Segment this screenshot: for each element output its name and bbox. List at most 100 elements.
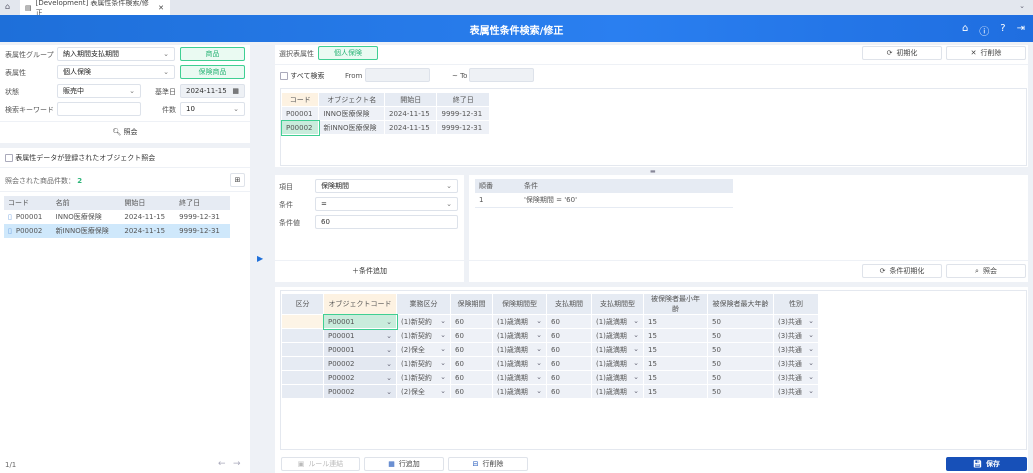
grid-cell[interactable]: 60 bbox=[450, 314, 493, 329]
grid-cell[interactable]: (1)歳満期 ⌄ bbox=[492, 370, 547, 385]
grid-cell[interactable]: 60 bbox=[546, 342, 592, 357]
from-input[interactable] bbox=[365, 68, 430, 82]
close-icon[interactable]: ✕ bbox=[158, 4, 164, 12]
grid-cell[interactable]: 50 bbox=[707, 356, 774, 371]
add-condition-button[interactable]: ＋条件追加 bbox=[275, 266, 464, 276]
group-select[interactable]: 納入期間支払期間 ⌄ bbox=[57, 47, 175, 61]
rule-link-button[interactable]: ▣ ルール連結 bbox=[281, 457, 360, 471]
chevron-down-icon[interactable]: ⌄ bbox=[386, 318, 392, 326]
help-icon[interactable]: ? bbox=[1000, 23, 1005, 38]
grid-row[interactable]: P00002 ⌄ (2)保全 ⌄ 60 (1)歳満期 ⌄ 60 (1)歳満期 ⌄ 15 50 (3)共通… bbox=[281, 384, 819, 399]
expand-arrow-icon[interactable]: ▶ bbox=[257, 254, 263, 263]
grid-cell[interactable]: (3)共通 ⌄ bbox=[773, 370, 819, 385]
chevron-down-icon[interactable]: ⌄ bbox=[633, 331, 639, 341]
grid-cell[interactable]: (1)歳満期 ⌄ bbox=[492, 384, 547, 399]
table-row[interactable]: ▯ P00001 INNO医療保険 2024-11-15 9999-12-31 bbox=[4, 210, 230, 224]
grid-cell[interactable]: (2)保全 ⌄ bbox=[396, 342, 451, 357]
grid-cell[interactable]: 15 bbox=[643, 328, 708, 343]
chevron-down-icon[interactable]: ⌄ bbox=[536, 359, 542, 369]
keyword-input[interactable] bbox=[57, 102, 141, 116]
grid-cell[interactable]: 50 bbox=[707, 328, 774, 343]
grid-cell[interactable]: 60 bbox=[546, 328, 592, 343]
chevron-down-icon[interactable]: ⌄ bbox=[536, 387, 542, 397]
grid-cell[interactable] bbox=[281, 342, 324, 357]
chevron-down-icon[interactable]: ⌄ bbox=[536, 331, 542, 341]
product-button[interactable]: 商品 bbox=[180, 47, 245, 61]
grid-cell[interactable]: (1)歳満期 ⌄ bbox=[492, 342, 547, 357]
grid-cell[interactable]: 60 bbox=[450, 356, 493, 371]
splitter-handle[interactable]: ▬ bbox=[650, 168, 656, 175]
grid-cell[interactable]: P00001 ⌄ bbox=[322, 313, 398, 330]
export-icon[interactable]: ⊞ bbox=[230, 173, 245, 187]
chevron-down-icon[interactable]: ⌄ bbox=[808, 373, 814, 383]
grid-cell[interactable]: 50 bbox=[707, 314, 774, 329]
grid-cell[interactable]: (1)歳満期 ⌄ bbox=[591, 370, 644, 385]
chevron-down-icon[interactable]: ⌄ bbox=[440, 345, 446, 355]
grid-cell[interactable] bbox=[281, 328, 324, 343]
condition-row[interactable]: 1 '保険期間 = '60' bbox=[475, 193, 733, 207]
table-row[interactable]: P00001 INNO医療保険 2024-11-15 9999-12-31 bbox=[280, 106, 490, 121]
grid-cell[interactable] bbox=[281, 384, 324, 399]
chevron-down-icon[interactable]: ⌄ bbox=[808, 317, 814, 327]
grid-cell[interactable]: 15 bbox=[643, 384, 708, 399]
grid-cell[interactable]: P00001 ⌄ bbox=[323, 328, 397, 343]
grid-cell[interactable]: 60 bbox=[546, 314, 592, 329]
logout-icon[interactable]: ⇥ bbox=[1017, 23, 1025, 38]
chevron-down-icon[interactable]: ⌄ bbox=[386, 346, 392, 354]
grid-cell[interactable]: 60 bbox=[450, 384, 493, 399]
grid-cell[interactable]: 15 bbox=[643, 314, 708, 329]
table-row[interactable]: P00002 新INNO医療保険 2024-11-15 9999-12-31 bbox=[280, 119, 490, 136]
info-icon[interactable]: ⓘ bbox=[979, 23, 989, 38]
chevron-down-icon[interactable]: ⌄ bbox=[536, 373, 542, 383]
chevron-down-icon[interactable]: ⌄ bbox=[386, 360, 392, 368]
grid-cell[interactable]: (2)保全 ⌄ bbox=[396, 384, 451, 399]
grid-cell[interactable]: 60 bbox=[450, 370, 493, 385]
delete-row-button[interactable]: ✕ 行削除 bbox=[946, 46, 1026, 60]
op-select[interactable]: = ⌄ bbox=[315, 197, 458, 211]
grid-cell[interactable]: P00002 ⌄ bbox=[323, 370, 397, 385]
grid-cell[interactable]: 50 bbox=[707, 370, 774, 385]
prev-arrow-icon[interactable]: ← bbox=[218, 459, 226, 469]
chevron-down-icon[interactable]: ⌄ bbox=[440, 359, 446, 369]
grid-cell[interactable]: 50 bbox=[707, 384, 774, 399]
condition-search-button[interactable]: ⌕ 照会 bbox=[946, 264, 1026, 278]
grid-row[interactable]: P00001 ⌄ (1)新契約 ⌄ 60 (1)歳満期 ⌄ 60 (1)歳満期 ⌄ 15 50 (3)共… bbox=[281, 328, 819, 343]
to-input[interactable] bbox=[469, 68, 534, 82]
tab-active[interactable]: ▤ [Development] 表属性条件検索/修正 ✕ bbox=[20, 0, 170, 17]
chevron-down-icon[interactable]: ⌄ bbox=[633, 387, 639, 397]
chevron-down-icon[interactable]: ⌄ bbox=[808, 331, 814, 341]
grid-cell[interactable]: (1)新契約 ⌄ bbox=[396, 328, 451, 343]
grid-cell[interactable] bbox=[281, 370, 324, 385]
grid-cell[interactable]: (3)共通 ⌄ bbox=[773, 328, 819, 343]
all-search-checkbox[interactable]: すべて検索 bbox=[280, 71, 324, 81]
grid-cell[interactable]: 60 bbox=[546, 384, 592, 399]
registered-checkbox[interactable]: 表属性データが登録されたオブジェクト照会 bbox=[5, 153, 155, 163]
grid-cell[interactable]: P00002 ⌄ bbox=[323, 384, 397, 399]
grid-row[interactable]: P00001 ⌄ (2)保全 ⌄ 60 (1)歳満期 ⌄ 60 (1)歳満期 ⌄ 15 50 (3)共通… bbox=[281, 342, 819, 357]
chevron-down-icon[interactable]: ⌄ bbox=[386, 332, 392, 340]
grid-cell[interactable]: P00002 ⌄ bbox=[323, 356, 397, 371]
grid-cell[interactable]: (1)歳満期 ⌄ bbox=[591, 356, 644, 371]
grid-cell[interactable]: (1)新契約 ⌄ bbox=[396, 370, 451, 385]
grid-cell[interactable]: 50 bbox=[707, 342, 774, 357]
count-select[interactable]: 10 ⌄ bbox=[180, 102, 245, 116]
attr-select[interactable]: 個人保険 ⌄ bbox=[57, 65, 175, 79]
grid-cell[interactable]: 60 bbox=[546, 370, 592, 385]
grid-row[interactable]: P00001 ⌄ (1)新契約 ⌄ 60 (1)歳満期 ⌄ 60 (1)歳満期 ⌄ 15 50 (3)共… bbox=[281, 313, 819, 330]
grid-cell[interactable]: 15 bbox=[643, 356, 708, 371]
grid-cell[interactable]: P00001 ⌄ bbox=[323, 342, 397, 357]
grid-cell[interactable]: (1)歳満期 ⌄ bbox=[492, 314, 547, 329]
chevron-down-icon[interactable]: ⌄ bbox=[1019, 2, 1025, 10]
grid-cell[interactable]: (1)新契約 ⌄ bbox=[396, 314, 451, 329]
grid-cell[interactable]: (3)共通 ⌄ bbox=[773, 314, 819, 329]
condition-value-input[interactable]: 60 bbox=[315, 215, 458, 229]
item-select[interactable]: 保険期間 ⌄ bbox=[315, 179, 458, 193]
grid-cell[interactable]: (1)歳満期 ⌄ bbox=[492, 356, 547, 371]
next-arrow-icon[interactable]: → bbox=[233, 459, 241, 469]
chevron-down-icon[interactable]: ⌄ bbox=[808, 345, 814, 355]
grid-cell[interactable]: 15 bbox=[643, 370, 708, 385]
grid-cell[interactable]: (3)共通 ⌄ bbox=[773, 356, 819, 371]
chevron-down-icon[interactable]: ⌄ bbox=[536, 345, 542, 355]
chevron-down-icon[interactable]: ⌄ bbox=[808, 387, 814, 397]
grid-cell[interactable]: (3)共通 ⌄ bbox=[773, 342, 819, 357]
